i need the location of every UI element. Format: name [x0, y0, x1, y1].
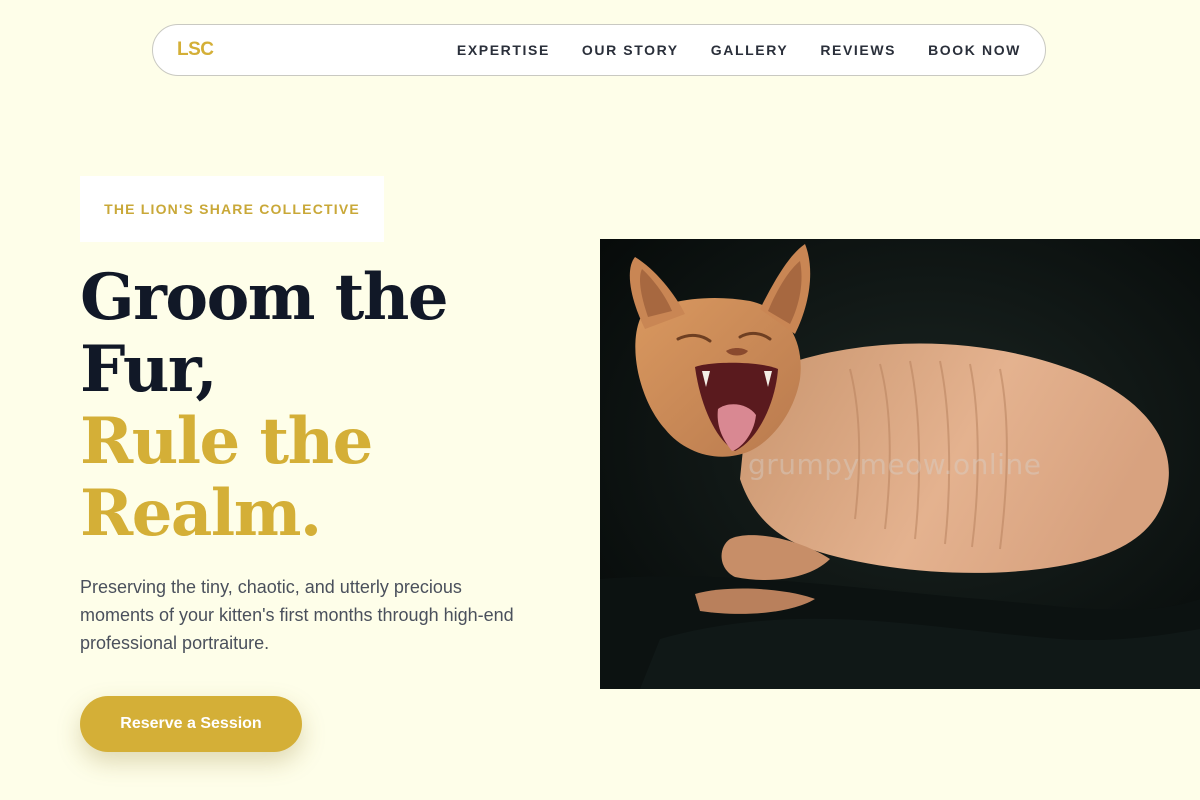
nav-link-our-story[interactable]: OUR STORY	[582, 42, 679, 58]
nav-link-expertise[interactable]: EXPERTISE	[457, 42, 550, 58]
nav-link-book-now[interactable]: BOOK NOW	[928, 42, 1021, 58]
headline-line-4: Realm.	[80, 476, 322, 551]
hero-headline: Groom the Fur, Rule the Realm.	[80, 260, 449, 551]
headline-line-3: Rule the	[80, 404, 373, 479]
top-navigation: LSC EXPERTISE OUR STORY GALLERY REVIEWS …	[152, 24, 1046, 76]
hero-subtext: Preserving the tiny, chaotic, and utterl…	[80, 577, 514, 653]
eyebrow-label: THE LION'S SHARE COLLECTIVE	[80, 176, 384, 242]
nav-link-reviews[interactable]: REVIEWS	[820, 42, 896, 58]
logo[interactable]: LSC	[177, 39, 214, 61]
headline-line-1: Groom the	[80, 260, 449, 335]
reserve-session-button[interactable]: Reserve a Session	[80, 696, 302, 752]
nav-links: EXPERTISE OUR STORY GALLERY REVIEWS BOOK…	[457, 42, 1021, 58]
nav-link-gallery[interactable]: GALLERY	[711, 42, 789, 58]
headline-line-2: Fur,	[80, 332, 218, 407]
hero-cat-photo: grumpymeow.online	[600, 239, 1200, 689]
image-watermark: grumpymeow.online	[748, 448, 1042, 481]
